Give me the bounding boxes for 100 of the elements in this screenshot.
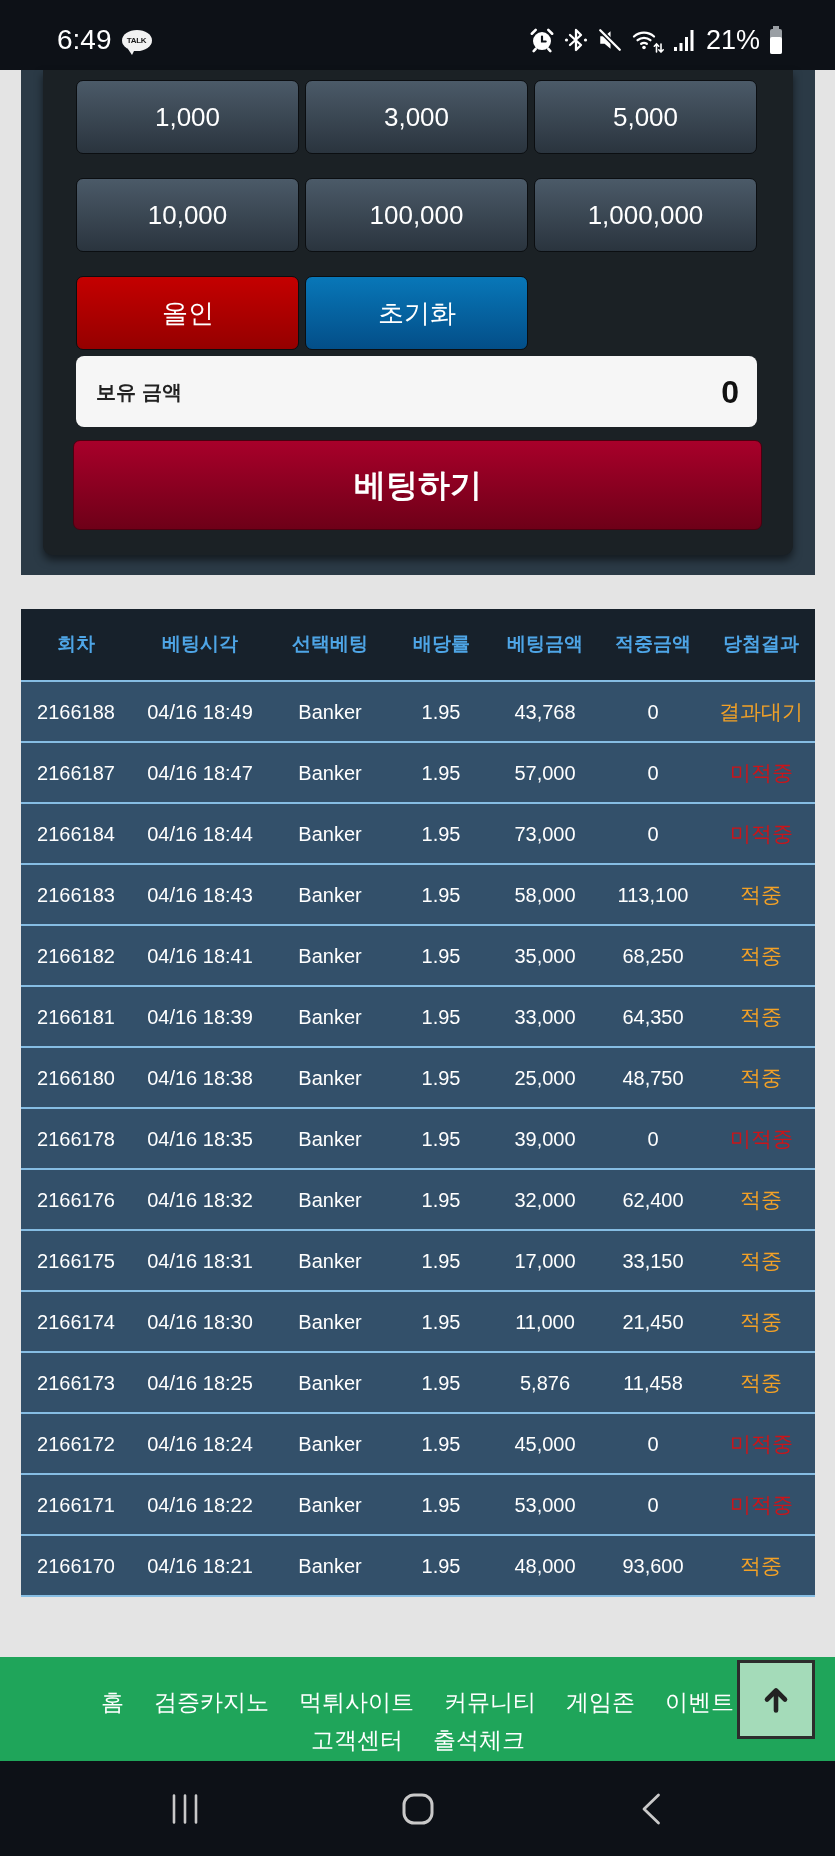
- table-cell: 45,000: [491, 1413, 599, 1474]
- table-cell: 2166175: [21, 1230, 131, 1291]
- amount-button[interactable]: 1,000,000: [534, 178, 757, 252]
- result-status: 미적중: [729, 759, 793, 785]
- table-cell: 2166174: [21, 1291, 131, 1352]
- table-cell: 04/16 18:49: [131, 681, 269, 742]
- table-cell: 48,750: [599, 1047, 707, 1108]
- result-status: 결과대기: [719, 698, 803, 724]
- table-cell: 2166184: [21, 803, 131, 864]
- result-status: 적중: [740, 1064, 782, 1090]
- table-cell: 0: [599, 1413, 707, 1474]
- amount-button[interactable]: 3,000: [305, 80, 528, 154]
- table-cell: 43,768: [491, 681, 599, 742]
- table-cell: 57,000: [491, 742, 599, 803]
- place-bet-button[interactable]: 베팅하기: [73, 440, 762, 530]
- table-cell: 1.95: [391, 1474, 491, 1535]
- result-status: 적중: [740, 942, 782, 968]
- table-cell: 93,600: [599, 1535, 707, 1596]
- result-status: 적중: [740, 1186, 782, 1212]
- arrow-up-icon: [763, 1686, 789, 1713]
- table-cell: 04/16 18:25: [131, 1352, 269, 1413]
- table-cell: 2166170: [21, 1535, 131, 1596]
- table-cell: 32,000: [491, 1169, 599, 1230]
- column-header: 배당률: [391, 609, 491, 681]
- table-cell: 2166171: [21, 1474, 131, 1535]
- result-status: 미적중: [729, 1491, 793, 1517]
- table-cell: 73,000: [491, 803, 599, 864]
- table-cell: 1.95: [391, 1047, 491, 1108]
- table-cell: 21,450: [599, 1291, 707, 1352]
- table-cell: 11,458: [599, 1352, 707, 1413]
- table-cell: Banker: [269, 1474, 391, 1535]
- table-cell: 0: [599, 803, 707, 864]
- table-cell: Banker: [269, 1108, 391, 1169]
- result-status: 미적중: [729, 820, 793, 846]
- table-cell: 04/16 18:39: [131, 986, 269, 1047]
- table-cell: 64,350: [599, 986, 707, 1047]
- table-cell: Banker: [269, 803, 391, 864]
- table-cell: 58,000: [491, 864, 599, 925]
- table-cell: 11,000: [491, 1291, 599, 1352]
- result-status: 미적중: [729, 1125, 793, 1151]
- table-cell: 04/16 18:38: [131, 1047, 269, 1108]
- alarm-clock-icon: [528, 27, 555, 53]
- table-cell: 04/16 18:43: [131, 864, 269, 925]
- balance-value: 0: [721, 372, 739, 412]
- table-cell: 04/16 18:22: [131, 1474, 269, 1535]
- table-cell: 2166181: [21, 986, 131, 1047]
- table-cell: Banker: [269, 1230, 391, 1291]
- table-cell: Banker: [269, 1535, 391, 1596]
- table-cell: 33,150: [599, 1230, 707, 1291]
- table-cell: 2166178: [21, 1108, 131, 1169]
- table-cell: 53,000: [491, 1474, 599, 1535]
- table-cell: Banker: [269, 742, 391, 803]
- amount-button[interactable]: 5,000: [534, 80, 757, 154]
- table-cell: 04/16 18:21: [131, 1535, 269, 1596]
- table-cell: Banker: [269, 1169, 391, 1230]
- table-cell: 33,000: [491, 986, 599, 1047]
- result-status: 적중: [740, 1552, 782, 1578]
- table-cell: 0: [599, 1474, 707, 1535]
- table-cell: Banker: [269, 1352, 391, 1413]
- table-cell: 2166172: [21, 1413, 131, 1474]
- reset-button[interactable]: 초기화: [305, 276, 528, 350]
- table-cell: 04/16 18:44: [131, 803, 269, 864]
- table-cell: Banker: [269, 1413, 391, 1474]
- result-status: 적중: [740, 1308, 782, 1334]
- table-cell: 48,000: [491, 1535, 599, 1596]
- table-cell: 25,000: [491, 1047, 599, 1108]
- balance-label: 보유 금액: [96, 379, 182, 405]
- mute-icon: [596, 27, 623, 53]
- amount-button[interactable]: 1,000: [76, 80, 299, 154]
- table-cell: Banker: [269, 986, 391, 1047]
- table-cell: 0: [599, 742, 707, 803]
- amount-button[interactable]: 10,000: [76, 178, 299, 252]
- table-cell: Banker: [269, 681, 391, 742]
- table-cell: 39,000: [491, 1108, 599, 1169]
- table-cell: 1.95: [391, 681, 491, 742]
- table-cell: 04/16 18:24: [131, 1413, 269, 1474]
- table-cell: 1.95: [391, 1108, 491, 1169]
- table-cell: 62,400: [599, 1169, 707, 1230]
- home-icon[interactable]: [401, 1792, 434, 1825]
- table-cell: 2166182: [21, 925, 131, 986]
- result-status: 적중: [740, 1003, 782, 1029]
- battery-percentage: 21%: [705, 26, 760, 54]
- table-cell: 113,100: [599, 864, 707, 925]
- amount-button[interactable]: 100,000: [305, 178, 528, 252]
- column-header: 베팅시각: [131, 609, 269, 681]
- all-in-button[interactable]: 올인: [76, 276, 299, 350]
- table-cell: 1.95: [391, 742, 491, 803]
- table-cell: Banker: [269, 1047, 391, 1108]
- table-cell: 5,876: [491, 1352, 599, 1413]
- table-cell: 1.95: [391, 803, 491, 864]
- table-cell: 2166187: [21, 742, 131, 803]
- scroll-to-top-button[interactable]: [737, 1660, 815, 1739]
- result-status: 적중: [740, 881, 782, 907]
- table-cell: 1.95: [391, 925, 491, 986]
- table-cell: Banker: [269, 864, 391, 925]
- table-cell: 1.95: [391, 1352, 491, 1413]
- table-cell: 1.95: [391, 986, 491, 1047]
- table-cell: 1.95: [391, 1230, 491, 1291]
- back-icon[interactable]: [640, 1792, 661, 1825]
- result-status: 미적중: [729, 1430, 793, 1456]
